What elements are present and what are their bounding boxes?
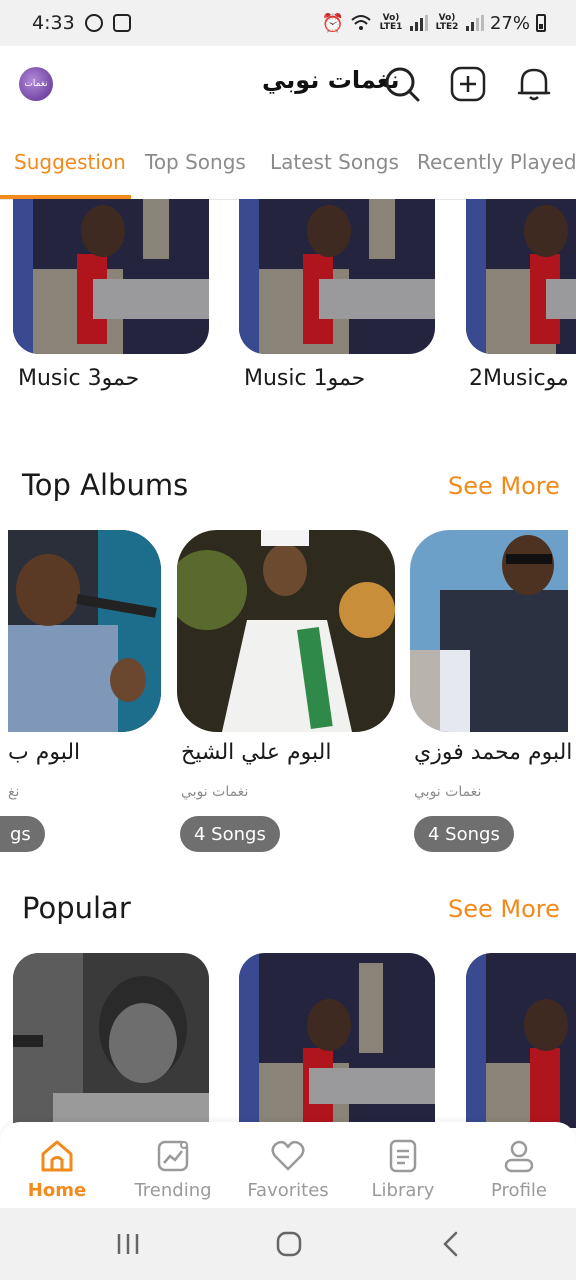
suggestion-card-1[interactable] (13, 199, 209, 354)
tab-suggestion[interactable]: Suggestion (14, 150, 126, 174)
suggestion-title-2: Music 1حمو (244, 366, 366, 391)
lte1-label: Vo) LTE1 (379, 13, 403, 32)
tab-latest-songs[interactable]: Latest Songs (270, 150, 399, 174)
album-title-3: البوم محمد فوزي (414, 740, 573, 765)
home-circle-icon (276, 1231, 302, 1257)
search-icon (385, 67, 420, 102)
album-songs-count-1: gs (10, 823, 31, 845)
home-system-button[interactable] (275, 1230, 303, 1262)
album-artist-3: نغمات نوبي (414, 784, 482, 800)
album-card-3[interactable] (410, 530, 568, 732)
bottom-nav: Home Trending Favorites Library Profile (0, 1122, 576, 1208)
album-songs-pill-3[interactable]: 4 Songs (414, 816, 514, 852)
logo-text: نغمات (24, 79, 48, 89)
system-nav-bar (0, 1208, 576, 1280)
back-button[interactable] (440, 1230, 462, 1262)
suggestion-title-3: 2Musicمو (469, 366, 569, 391)
popular-card-2[interactable] (239, 953, 435, 1128)
add-button[interactable] (448, 64, 488, 104)
album-card-1[interactable] (8, 530, 161, 732)
popular-card-3[interactable] (466, 953, 576, 1128)
lte2-label: Vo) LTE2 (435, 13, 459, 32)
top-albums-see-more[interactable]: See More (448, 472, 560, 500)
suggestion-image-1 (13, 199, 209, 354)
album-image-3 (410, 530, 568, 732)
popular-image-3 (466, 953, 576, 1128)
image-icon (112, 14, 131, 32)
top-albums-title: Top Albums (22, 468, 189, 502)
home-icon (41, 1140, 73, 1172)
popular-title: Popular (22, 891, 131, 925)
popular-see-more[interactable]: See More (448, 895, 560, 923)
bell-icon (517, 68, 551, 101)
suggestion-card-2[interactable] (239, 199, 435, 354)
album-title-1: البوم ب (8, 740, 81, 765)
signal2-icon (465, 15, 484, 31)
suggestion-card-3[interactable] (466, 199, 576, 354)
battery-icon (536, 14, 546, 32)
media-icon (84, 14, 103, 32)
album-image-2 (177, 530, 395, 732)
nav-trending[interactable]: Trending (118, 1138, 228, 1201)
nav-trending-label: Trending (134, 1180, 212, 1201)
trending-icon (157, 1140, 189, 1172)
popular-image-1 (13, 953, 209, 1128)
album-songs-pill-1[interactable]: gs (0, 816, 45, 852)
tab-bar: Suggestion Top Songs Latest Songs Recent… (0, 128, 576, 200)
status-time: 4:33 (32, 12, 75, 34)
tab-top-songs[interactable]: Top Songs (145, 150, 246, 174)
album-artist-2: نغمات نوبي (181, 784, 249, 800)
battery-percent: 27% (489, 12, 530, 34)
nav-home-label: Home (27, 1180, 87, 1201)
notifications-button[interactable] (514, 64, 554, 104)
tab-recently-played[interactable]: Recently Played (417, 150, 576, 174)
search-button[interactable] (382, 64, 422, 104)
album-card-2[interactable] (177, 530, 395, 732)
add-icon (450, 66, 486, 102)
recent-apps-icon (117, 1234, 139, 1254)
status-bar: 4:33 ⏰ Vo) LTE1 Vo) LTE2 27% (0, 0, 576, 46)
nav-home[interactable]: Home (2, 1138, 112, 1201)
album-songs-count-3: 4 Songs (428, 823, 500, 845)
alarm-icon: ⏰ (321, 12, 344, 34)
recent-apps-button[interactable] (115, 1230, 141, 1262)
app-logo[interactable]: نغمات (19, 67, 53, 101)
album-songs-pill-2[interactable]: 4 Songs (180, 816, 280, 852)
nav-library-label: Library (371, 1180, 435, 1201)
nav-profile[interactable]: Profile (464, 1138, 574, 1201)
screen: 4:33 ⏰ Vo) LTE1 Vo) LTE2 27% نغمات نغمات… (0, 0, 576, 1280)
nav-favorites-label: Favorites (247, 1180, 329, 1201)
back-icon (443, 1231, 458, 1257)
album-image-1 (8, 530, 161, 732)
suggestion-image-3 (466, 199, 576, 354)
suggestion-image-2 (239, 199, 435, 354)
nav-profile-label: Profile (491, 1180, 547, 1201)
signal1-icon (409, 15, 428, 31)
library-icon (389, 1139, 417, 1173)
album-title-2: البوم علي الشيخ (181, 740, 332, 765)
popular-image-2 (239, 953, 435, 1128)
wifi-icon (351, 15, 371, 30)
profile-icon (504, 1140, 534, 1173)
heart-icon (271, 1140, 305, 1171)
app-title: نغمات نوبي (262, 66, 400, 94)
album-artist-1: نغ (8, 784, 20, 800)
album-songs-count-2: 4 Songs (194, 823, 266, 845)
popular-card-1[interactable] (13, 953, 209, 1128)
suggestion-title-1: Music 3حمو (18, 366, 140, 391)
nav-library[interactable]: Library (348, 1138, 458, 1201)
app-header: نغمات نغمات نوبي (0, 46, 576, 128)
nav-favorites[interactable]: Favorites (233, 1138, 343, 1201)
